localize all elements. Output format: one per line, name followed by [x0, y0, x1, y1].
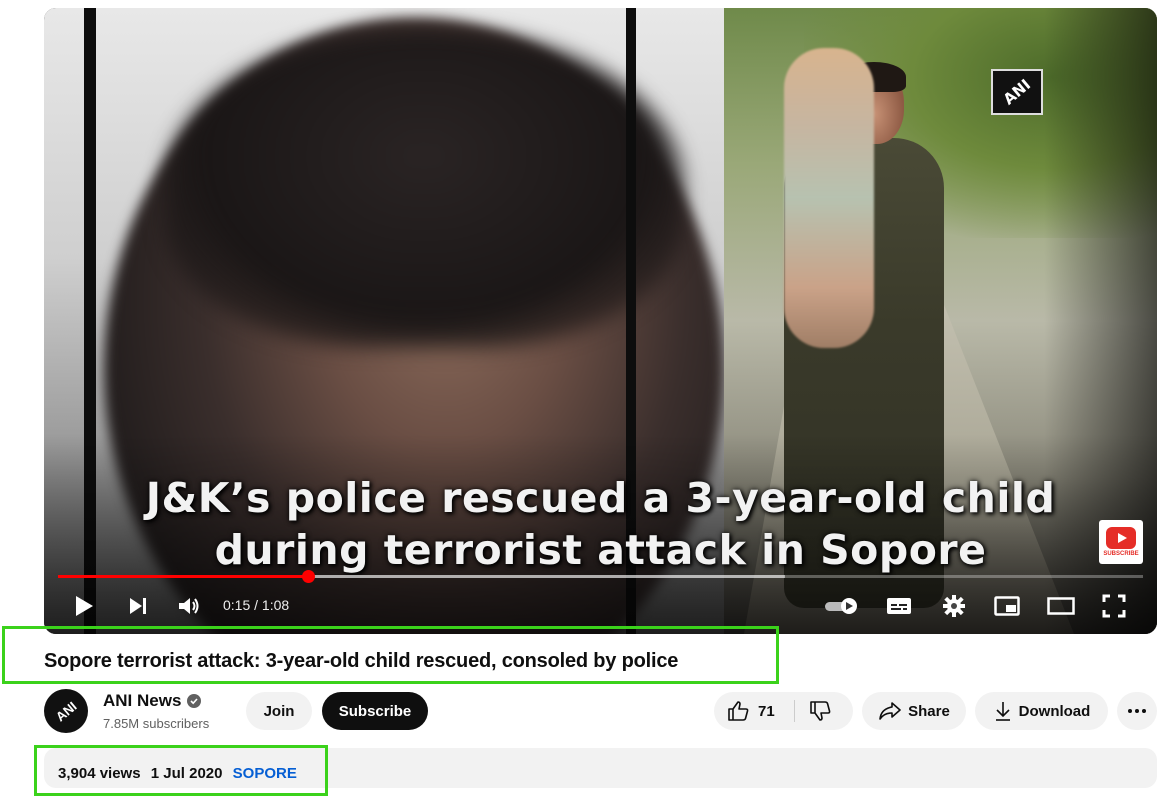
- share-icon: [879, 702, 901, 720]
- download-button[interactable]: Download: [975, 692, 1108, 730]
- hashtag-link[interactable]: SOPORE: [233, 765, 297, 782]
- subscriber-count: 7.85M subscribers: [103, 716, 210, 731]
- subscribe-label: Subscribe: [338, 702, 412, 720]
- thumbs-down-icon: [810, 701, 831, 721]
- share-button[interactable]: Share: [862, 692, 966, 730]
- autoplay-toggle[interactable]: [822, 588, 862, 624]
- volume-button[interactable]: [174, 588, 204, 624]
- verified-check-icon: [187, 694, 201, 708]
- play-button[interactable]: [70, 588, 98, 624]
- join-button[interactable]: Join: [246, 692, 312, 730]
- channel-avatar[interactable]: ANI: [44, 689, 88, 733]
- like-dislike-group: 71: [714, 692, 853, 730]
- miniplayer-button[interactable]: [992, 588, 1022, 624]
- more-actions-button[interactable]: [1117, 692, 1157, 730]
- time-display: 0:15 / 1:08: [223, 597, 290, 613]
- join-label: Join: [263, 702, 295, 720]
- view-count: 3,904 views: [58, 765, 141, 782]
- theater-icon: [1047, 597, 1075, 615]
- next-icon: [130, 598, 146, 614]
- like-count: 71: [758, 702, 775, 720]
- youtube-play-icon: [1106, 527, 1136, 549]
- video-caption-line-2: during terrorist attack in Sopore: [214, 526, 987, 574]
- video-caption-line-1: J&K’s police rescued a 3-year-old child: [145, 474, 1056, 522]
- subtitles-button[interactable]: [884, 588, 914, 624]
- download-icon: [995, 702, 1010, 721]
- video-meta: 3,904 views 1 Jul 2020 SOPORE: [58, 765, 303, 782]
- dislike-button[interactable]: [808, 699, 832, 727]
- watermark-text: ANI: [999, 75, 1035, 109]
- upload-date: 1 Jul 2020: [150, 765, 223, 782]
- player-controls: 0:15 / 1:08: [44, 588, 1157, 628]
- autoplay-toggle-icon: [825, 598, 857, 614]
- video-title: Sopore terrorist attack: 3-year-old chil…: [44, 650, 679, 672]
- avatar-text: ANI: [52, 698, 80, 724]
- volume-icon: [179, 598, 199, 614]
- settings-button[interactable]: [939, 588, 969, 624]
- fullscreen-button[interactable]: [1099, 588, 1129, 624]
- subscribe-badge-text: SUBSCRIBE: [1103, 551, 1139, 557]
- play-icon: [76, 596, 93, 616]
- progress-bar[interactable]: [58, 570, 1143, 583]
- progress-played: [58, 575, 308, 578]
- like-divider: [794, 700, 795, 722]
- subtitles-icon: [887, 598, 911, 614]
- progress-scrubber[interactable]: [301, 570, 315, 583]
- video-player[interactable]: ANI J&K’s police rescued a 3-year-old ch…: [44, 8, 1157, 634]
- ani-watermark-logo: ANI: [991, 69, 1043, 115]
- more-horizontal-icon: [1128, 709, 1146, 713]
- theater-mode-button[interactable]: [1045, 588, 1077, 624]
- share-label: Share: [908, 702, 950, 720]
- subscribe-watermark-button[interactable]: SUBSCRIBE: [1099, 520, 1143, 564]
- miniplayer-icon: [994, 596, 1020, 616]
- gear-icon: [943, 595, 965, 617]
- subscribe-button[interactable]: Subscribe: [322, 692, 428, 730]
- next-button[interactable]: [124, 588, 152, 624]
- download-label: Download: [1018, 702, 1091, 720]
- like-button[interactable]: 71: [726, 699, 775, 723]
- fullscreen-icon: [1102, 594, 1126, 618]
- channel-name[interactable]: ANI News: [103, 691, 181, 711]
- thumbs-up-icon: [728, 701, 749, 721]
